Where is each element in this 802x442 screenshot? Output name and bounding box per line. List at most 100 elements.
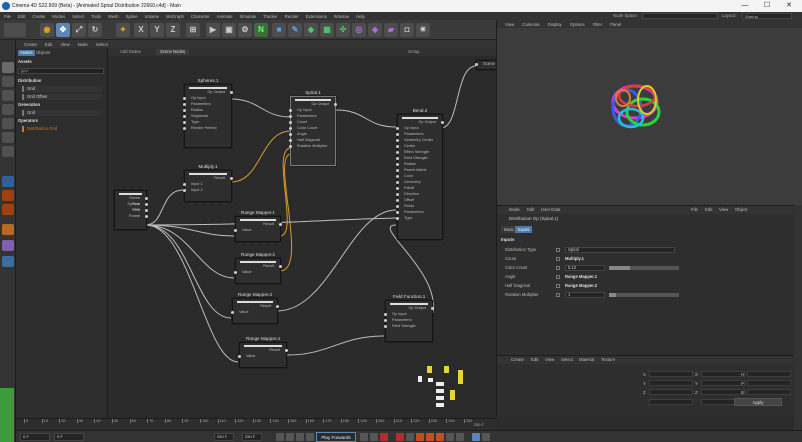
- node-field-function[interactable]: Field Function.1 Op Output Op Input Para…: [384, 294, 434, 342]
- attr-menu-object[interactable]: Object: [735, 207, 747, 212]
- distribution-type-dropdown[interactable]: Spiral: [565, 247, 675, 253]
- render-picture-viewer-icon[interactable]: ▣: [222, 23, 236, 37]
- node-menu-view[interactable]: View: [60, 42, 69, 47]
- snap-icon[interactable]: [2, 176, 14, 187]
- node-menu-create[interactable]: Create: [24, 42, 37, 47]
- animate-checkbox[interactable]: [556, 257, 560, 261]
- timeline-ruler[interactable]: 0 10 20 30 40 50 60 70 80 90 100 110 120 130 140 150 160…: [16, 418, 496, 430]
- attr-menu-user-data[interactable]: User Data: [541, 207, 560, 212]
- node-space-dropdown[interactable]: [642, 13, 718, 19]
- menu-mograph[interactable]: MoGraph: [166, 14, 184, 19]
- tab-objects[interactable]: Objects: [34, 50, 52, 56]
- next-key-icon[interactable]: [370, 433, 378, 441]
- node-scene-output[interactable]: Scene: [475, 60, 496, 70]
- menu-render[interactable]: Render: [285, 14, 299, 19]
- rotation-h-field[interactable]: [747, 371, 791, 377]
- half-diagonal-link-value[interactable]: Range Mapper.2: [565, 282, 597, 290]
- node-spheres[interactable]: Spheres.1 Op Output Op Input Parameters …: [183, 78, 233, 148]
- pen-spline-icon[interactable]: ✎: [288, 23, 302, 37]
- viewport-menu-cameras[interactable]: Cameras: [522, 22, 539, 27]
- menu-help[interactable]: Help: [356, 14, 365, 19]
- tab-assets[interactable]: Assets: [18, 50, 35, 56]
- sculpt-icon[interactable]: [2, 240, 14, 251]
- rotation-p-field[interactable]: [747, 380, 791, 386]
- paint-icon[interactable]: [2, 224, 14, 235]
- menu-edit[interactable]: Edit: [18, 14, 25, 19]
- animate-checkbox[interactable]: [556, 275, 560, 279]
- menu-file[interactable]: File: [4, 14, 11, 19]
- node-range-mapper-4[interactable]: Range Mapper.4 Result Value: [238, 336, 288, 368]
- node-spiral[interactable]: Spiral.1 Op Output Op Input Parameters C…: [289, 90, 337, 166]
- asset-category[interactable]: Generation: [18, 102, 104, 108]
- play-backwards-icon[interactable]: [306, 433, 314, 441]
- render-settings-icon[interactable]: ⚙: [238, 23, 252, 37]
- rotation-multiplier-slider[interactable]: [609, 293, 679, 297]
- menu-create[interactable]: Create: [32, 14, 45, 19]
- node-range-mapper-1[interactable]: Range Mapper.1 Result Value: [234, 210, 282, 242]
- polygons-mode-icon[interactable]: [2, 118, 14, 129]
- points-mode-icon[interactable]: [2, 90, 14, 101]
- y-axis-lock-icon[interactable]: Y: [150, 23, 164, 37]
- position-z-field[interactable]: [649, 389, 693, 395]
- menu-select[interactable]: Select: [72, 14, 84, 19]
- node-bend[interactable]: Bend.2 Op Output Op Input Parameters Geo…: [396, 108, 444, 240]
- timeline-settings-icon[interactable]: [472, 433, 480, 441]
- next-frame-icon[interactable]: [360, 433, 368, 441]
- recent-tools-icon[interactable]: ✦: [116, 23, 130, 37]
- tab-group[interactable]: Group: [404, 49, 424, 55]
- animate-checkbox[interactable]: [556, 293, 560, 297]
- previous-key-icon[interactable]: [286, 433, 294, 441]
- record-icon[interactable]: [380, 433, 388, 441]
- viewport-menu-display[interactable]: Display: [548, 22, 562, 27]
- layout-dropdown[interactable]: Startup: [742, 13, 792, 19]
- pla-key-icon[interactable]: [456, 433, 464, 441]
- port-input[interactable]: Field Strength: [384, 323, 432, 329]
- coord-menu-select[interactable]: Select: [561, 357, 573, 362]
- asset-item[interactable]: Grid: [22, 86, 102, 92]
- port-input[interactable]: Value: [234, 269, 280, 275]
- keyframe-selection-icon[interactable]: [406, 433, 414, 441]
- lock-workplane-icon[interactable]: [2, 204, 14, 215]
- param-key-icon[interactable]: [446, 433, 454, 441]
- timeline-window-icon[interactable]: [482, 433, 490, 441]
- x-axis-lock-icon[interactable]: X: [134, 23, 148, 37]
- array-icon[interactable]: ▦: [320, 23, 334, 37]
- minimize-button[interactable]: —: [734, 1, 756, 11]
- previous-frame-icon[interactable]: [296, 433, 304, 441]
- cube-icon[interactable]: ■: [272, 23, 286, 37]
- port-input[interactable]: Scene: [475, 61, 496, 67]
- tab-scene-nodes[interactable]: Scene Nodes: [156, 49, 190, 55]
- node-range-mapper-2[interactable]: Range Mapper.2 Result Value: [234, 252, 282, 284]
- viewport-menu-options[interactable]: Options: [570, 22, 585, 27]
- coord-menu-view[interactable]: View: [545, 357, 554, 362]
- size-y-field[interactable]: [701, 380, 745, 386]
- move-tool-icon[interactable]: ✥: [56, 23, 70, 37]
- asset-item[interactable]: Grid Offset: [22, 94, 102, 100]
- position-y-field[interactable]: [649, 380, 693, 386]
- port-input[interactable]: Value: [238, 353, 286, 359]
- count-link-value[interactable]: Multiply.1: [565, 255, 584, 263]
- play-forwards-button[interactable]: Play Forwards: [316, 432, 356, 442]
- viewport-menu-view[interactable]: View: [505, 22, 514, 27]
- start-frame-field[interactable]: 0 F: [54, 433, 84, 441]
- angle-link-value[interactable]: Range Mapper.1: [565, 273, 597, 281]
- rotation-key-icon[interactable]: [426, 433, 434, 441]
- menu-animate[interactable]: Animate: [217, 14, 233, 19]
- node-menu-select[interactable]: Select: [96, 42, 108, 47]
- coord-menu-edit[interactable]: Edit: [531, 357, 538, 362]
- attr-menu-view[interactable]: View: [719, 207, 728, 212]
- scale-key-icon[interactable]: [436, 433, 444, 441]
- animate-checkbox[interactable]: [556, 284, 560, 288]
- n-nodes-icon[interactable]: N: [254, 23, 268, 37]
- node-multiply[interactable]: Multiply.1 Result Input 1 Input 2: [183, 164, 233, 202]
- camera-icon[interactable]: ◘: [400, 23, 414, 37]
- rotate-tool-icon[interactable]: ↻: [88, 23, 102, 37]
- attr-menu-file[interactable]: File: [691, 207, 698, 212]
- port-input[interactable]: Value: [234, 227, 280, 233]
- size-z-field[interactable]: [701, 389, 745, 395]
- attr-menu-edit[interactable]: Edit: [527, 207, 534, 212]
- node-menu-node[interactable]: Node: [78, 42, 88, 47]
- end-frame-field[interactable]: 250 F: [214, 433, 234, 441]
- coord-menu-texture[interactable]: Texture: [601, 357, 615, 362]
- port-input[interactable]: Render Perfect: [183, 125, 231, 131]
